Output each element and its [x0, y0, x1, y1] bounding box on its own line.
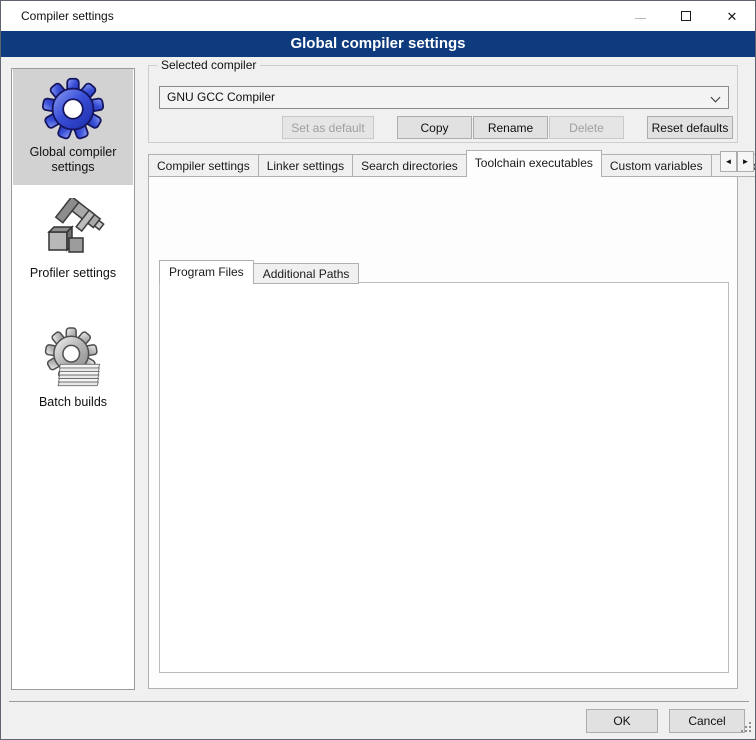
sidebar: Global compiler settings Profiler	[11, 68, 135, 690]
copy-button[interactable]: Copy	[397, 116, 472, 139]
tab-program-files[interactable]: Program Files	[159, 260, 254, 284]
sidebar-item-label: Profiler settings	[13, 264, 133, 287]
arrow-left-icon: ◄	[725, 157, 733, 166]
arrow-right-icon: ►	[742, 157, 750, 166]
tab-scroll-right-button[interactable]: ►	[737, 151, 754, 172]
close-icon: ✕	[727, 10, 738, 23]
blue-gear-icon	[41, 77, 105, 141]
sidebar-item-profiler-settings[interactable]: Profiler settings	[13, 190, 133, 298]
tab-linker-settings[interactable]: Linker settings	[258, 154, 353, 177]
tab-additional-paths[interactable]: Additional Paths	[253, 263, 360, 284]
tab-search-directories[interactable]: Search directories	[352, 154, 467, 177]
window-title: Compiler settings	[21, 9, 114, 23]
tab-compiler-settings[interactable]: Compiler settings	[148, 154, 259, 177]
delete-button[interactable]: Delete	[549, 116, 624, 139]
compiler-select[interactable]: GNU GCC Compiler	[159, 86, 729, 109]
resize-grip[interactable]	[740, 721, 752, 736]
rename-button[interactable]: Rename	[473, 116, 548, 139]
close-button[interactable]: ✕	[709, 1, 755, 31]
sidebar-item-label: Global compiler settings	[13, 143, 133, 181]
group-label: Selected compiler	[157, 58, 260, 72]
tab-toolchain-executables[interactable]: Toolchain executables	[466, 150, 602, 177]
tab-scroll-left-button[interactable]: ◄	[720, 151, 737, 172]
gear-papers-icon	[41, 327, 105, 391]
selected-compiler-group: Selected compiler GNU GCC Compiler Set a…	[148, 65, 738, 143]
ok-button[interactable]: OK	[586, 709, 658, 733]
sidebar-item-label: Batch builds	[13, 393, 133, 416]
program-files-tabstrip: Program Files Additional Paths	[159, 260, 358, 284]
compiler-settings-dialog: Compiler settings ✕ Global compiler sett…	[0, 0, 756, 740]
footer-divider	[9, 701, 749, 702]
minimize-button[interactable]	[617, 1, 663, 31]
sidebar-item-batch-builds[interactable]: Batch builds	[13, 319, 133, 429]
caliper-icon	[41, 198, 105, 262]
compiler-select-value: GNU GCC Compiler	[167, 90, 275, 104]
minimize-icon	[635, 18, 646, 19]
cancel-button[interactable]: Cancel	[669, 709, 745, 733]
chevron-down-icon	[711, 93, 721, 103]
program-files-page	[159, 282, 729, 673]
tab-custom-variables[interactable]: Custom variables	[601, 154, 712, 177]
set-as-default-button[interactable]: Set as default	[282, 116, 374, 139]
sidebar-item-global-compiler-settings[interactable]: Global compiler settings	[13, 69, 133, 185]
maximize-icon	[681, 11, 691, 21]
titlebar: Compiler settings ✕	[1, 1, 755, 31]
page-title: Global compiler settings	[1, 31, 755, 57]
window-controls: ✕	[617, 1, 755, 31]
maximize-button[interactable]	[663, 1, 709, 31]
reset-defaults-button[interactable]: Reset defaults	[647, 116, 733, 139]
settings-tabstrip: Compiler settings Linker settings Search…	[148, 150, 756, 177]
